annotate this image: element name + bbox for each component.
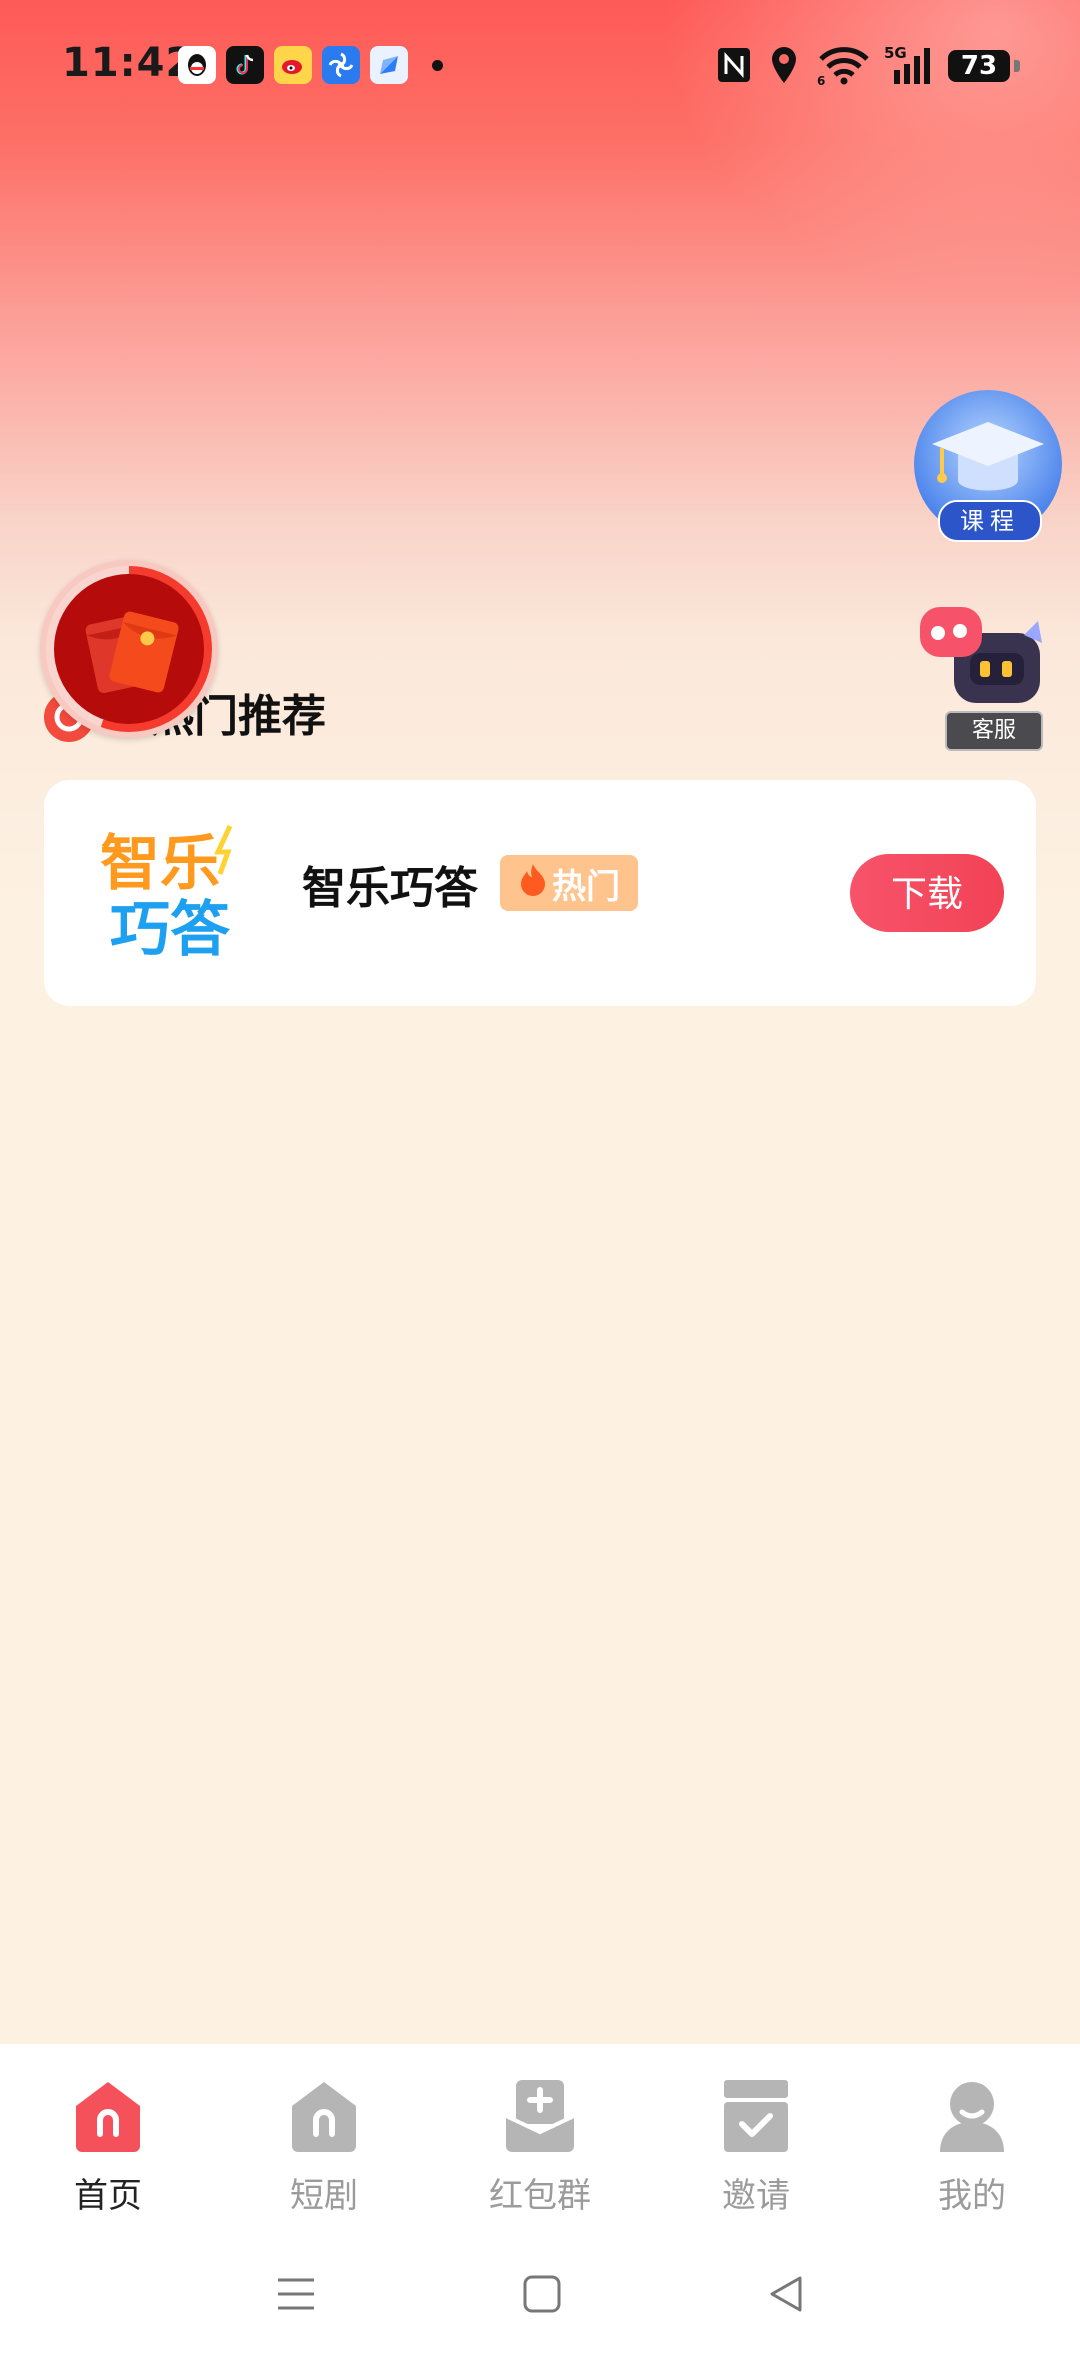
pinwheel-icon <box>322 46 360 84</box>
menu-icon[interactable] <box>276 2274 316 2314</box>
nav-label-home: 首页 <box>74 2176 142 2216</box>
battery-icon: 73 <box>948 50 1020 82</box>
course-float-button[interactable]: 课程 <box>914 390 1064 542</box>
nav-item-mine[interactable]: 我的 <box>892 2080 1052 2220</box>
status-bar: 11:42 6 5G 73 <box>0 0 1080 135</box>
home-icon <box>76 2082 140 2152</box>
battery-level: 73 <box>960 51 998 81</box>
course-label: 课程 <box>938 500 1042 542</box>
red-packet-float-button[interactable] <box>40 560 218 738</box>
red-packet-group-icon <box>506 2080 574 2152</box>
location-icon <box>766 44 802 86</box>
app-name: 智乐巧答 <box>302 863 478 914</box>
short-drama-icon <box>292 2082 356 2152</box>
qq-icon <box>178 46 216 84</box>
status-time: 11:42 <box>62 40 195 86</box>
nav-item-home[interactable]: 首页 <box>28 2080 188 2220</box>
nav-label-invite: 邀请 <box>722 2176 790 2216</box>
home-square-icon[interactable] <box>522 2274 562 2314</box>
signal-icon: 5G <box>884 44 936 86</box>
svg-text:5G: 5G <box>884 44 907 62</box>
flame-icon <box>518 862 548 905</box>
svg-text:6: 6 <box>817 74 825 85</box>
nav-label-short-drama: 短剧 <box>290 2176 358 2216</box>
hot-tag-label: 热门 <box>552 866 620 907</box>
nav-item-red-packet-group[interactable]: 红包群 <box>460 2080 620 2220</box>
logo-text-bottom: 巧答 <box>110 895 231 965</box>
system-navigation-bar <box>0 2260 1080 2330</box>
app-logo: 智乐 巧答 <box>94 816 244 966</box>
nav-item-invite[interactable]: 邀请 <box>676 2080 836 2220</box>
wifi-icon: 6 <box>816 44 872 86</box>
tiktok-icon <box>226 46 264 84</box>
customer-service-button[interactable]: 客服 <box>920 605 1060 751</box>
app-card[interactable]: 智乐 巧答 智乐巧答 热门 下载 <box>44 780 1036 1006</box>
nav-label-red-packet-group: 红包群 <box>489 2176 591 2216</box>
notification-dot <box>432 60 443 71</box>
nav-label-mine: 我的 <box>938 2176 1006 2216</box>
back-icon[interactable] <box>766 2274 806 2314</box>
service-label: 客服 <box>945 711 1043 751</box>
download-button[interactable]: 下载 <box>850 854 1004 932</box>
red-packet-icon <box>54 574 204 724</box>
user-icon <box>940 2082 1004 2152</box>
logo-text-top: 智乐 <box>100 829 220 899</box>
browser-icon <box>370 46 408 84</box>
nav-item-short-drama[interactable]: 短剧 <box>244 2080 404 2220</box>
weibo-icon <box>274 46 312 84</box>
robot-icon <box>920 607 1042 703</box>
invite-icon <box>724 2080 788 2152</box>
hot-tag: 热门 <box>500 855 638 911</box>
nfc-icon <box>714 44 754 86</box>
